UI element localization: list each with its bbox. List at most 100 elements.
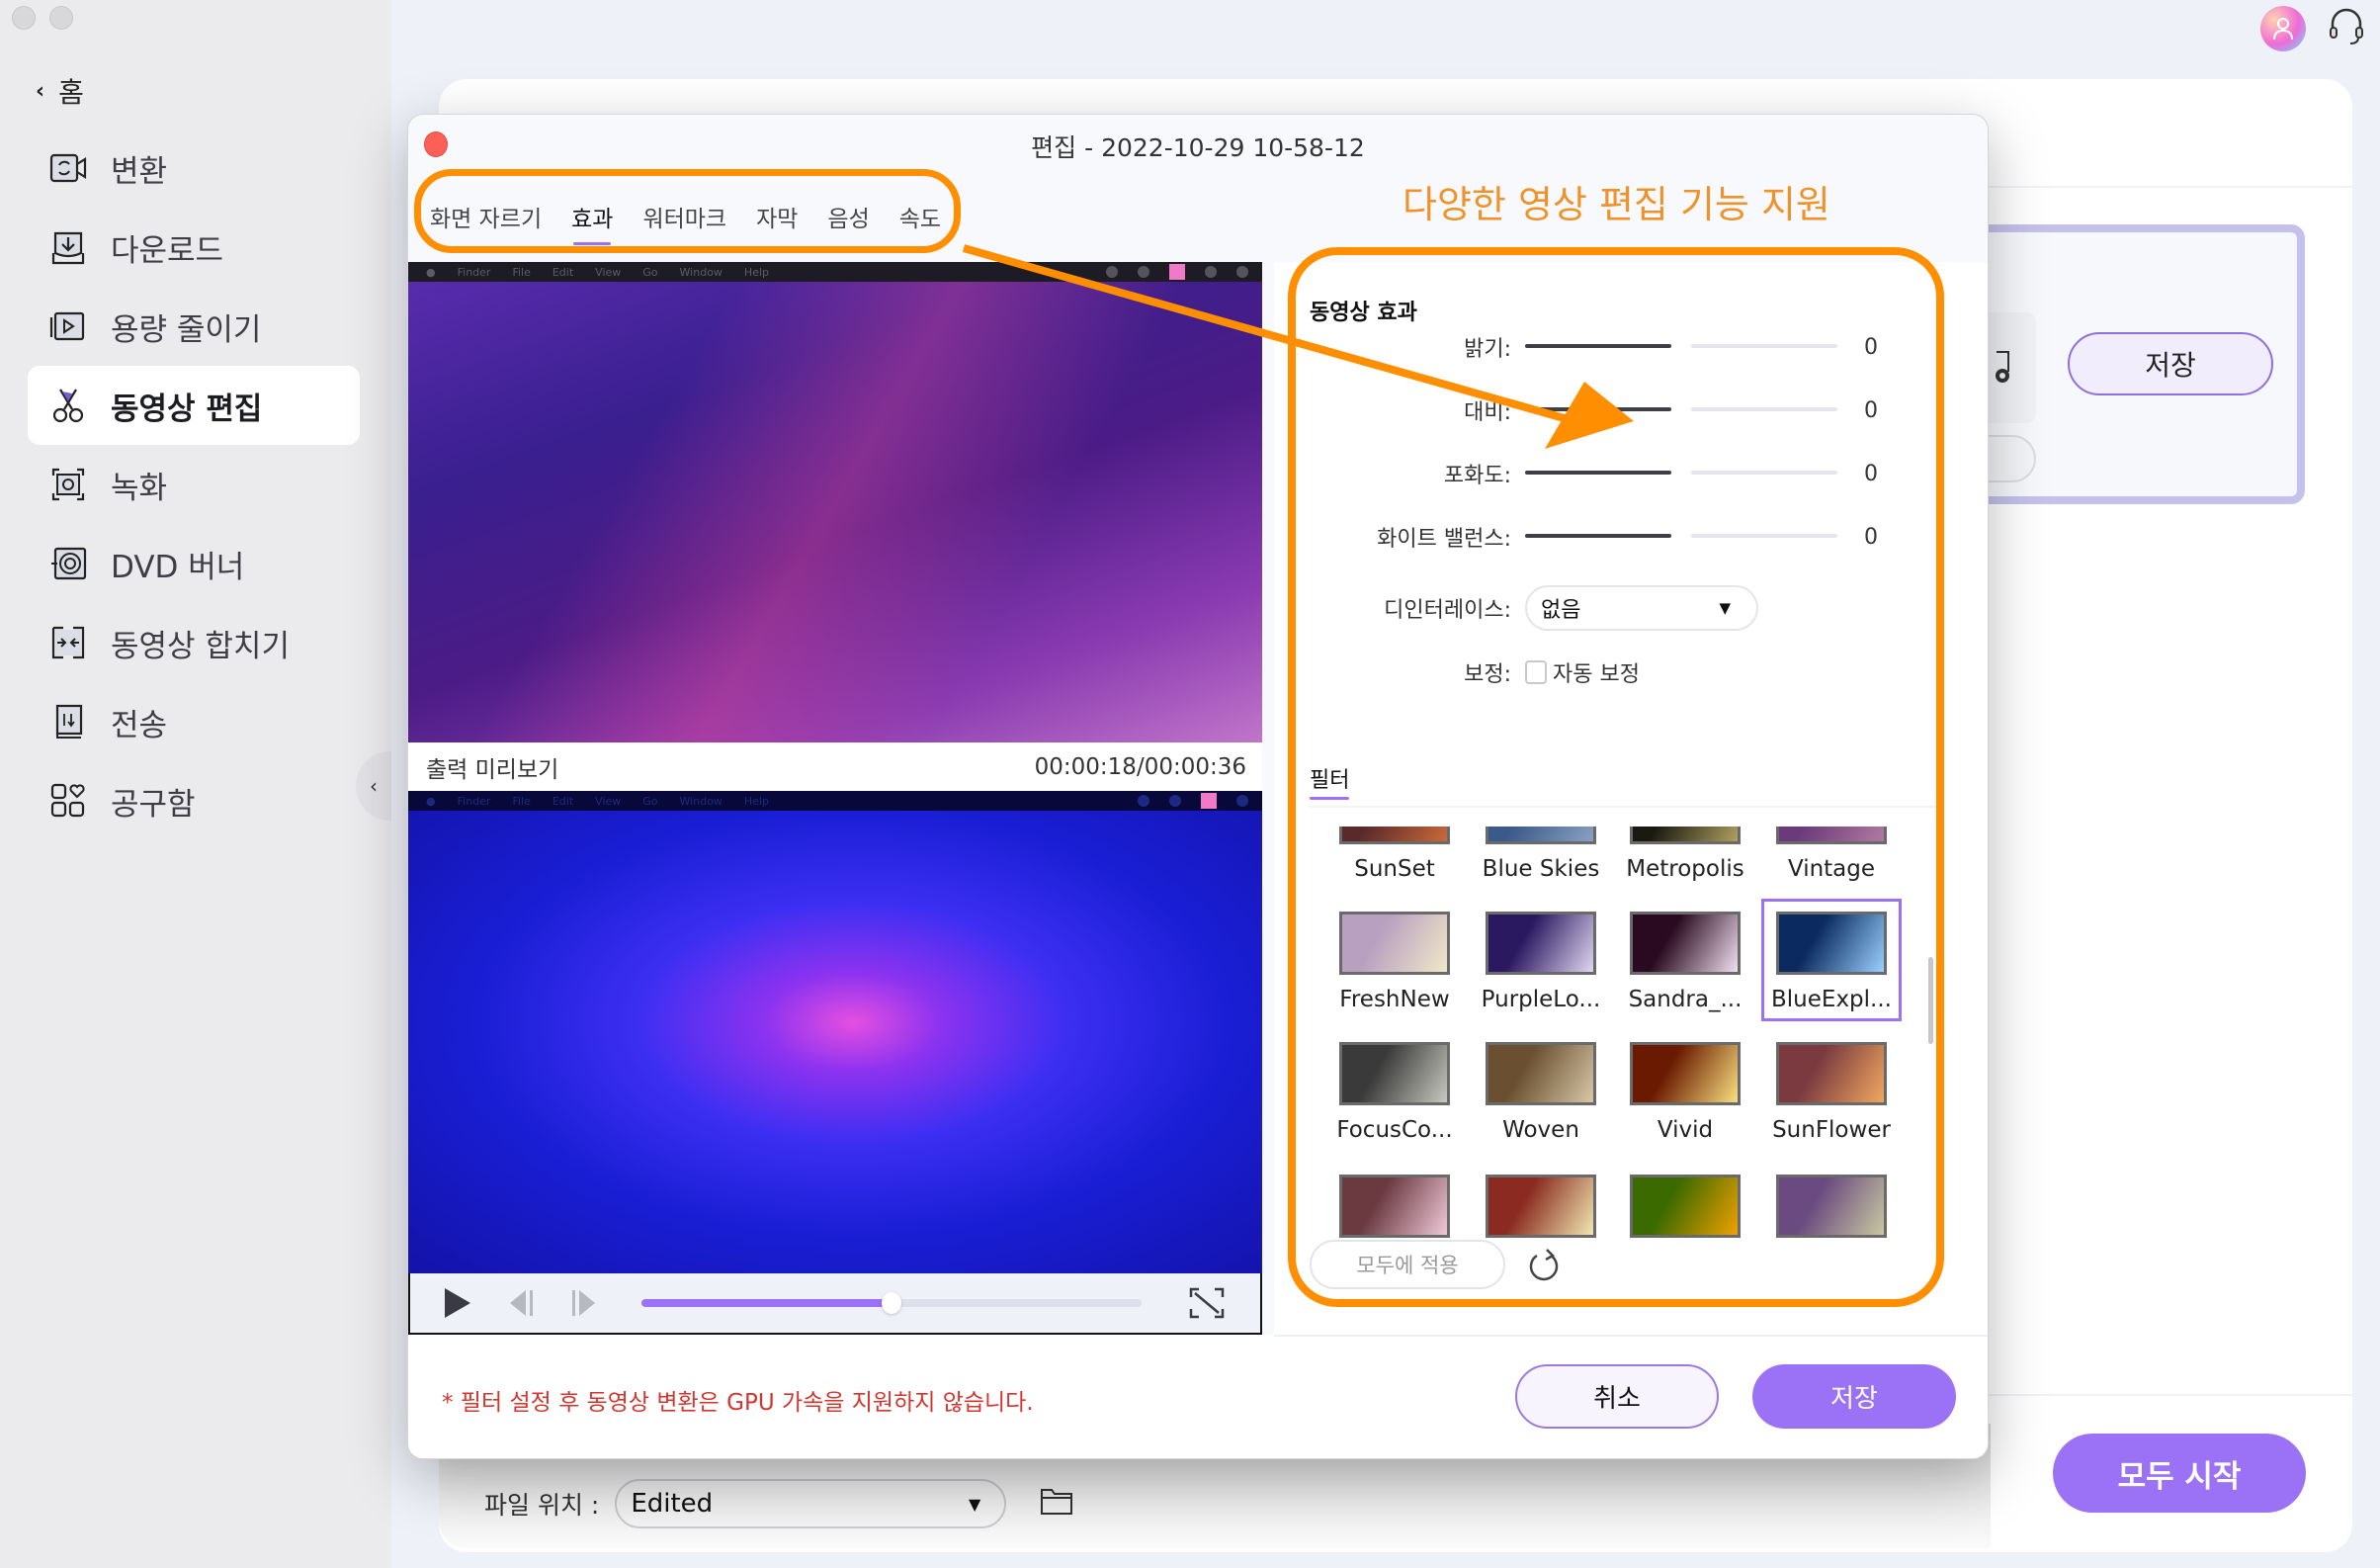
filter-item[interactable]: Metropolis: [1618, 827, 1752, 882]
filter-thumbnail: [1630, 1175, 1741, 1238]
sidebar-item-label: 공구함: [111, 786, 196, 823]
task-save-button[interactable]: 저장: [2068, 332, 2273, 395]
filter-item[interactable]: SunSet: [1327, 827, 1462, 882]
window-minimize-button[interactable]: [49, 6, 73, 30]
folder-icon[interactable]: [1040, 1486, 1073, 1522]
home-link[interactable]: ‹ 홈: [36, 71, 84, 111]
sidebar-item-convert[interactable]: 변환: [28, 129, 360, 208]
apple-icon: ●: [426, 794, 436, 808]
file-location-label: 파일 위치 :: [484, 1491, 600, 1520]
annotation-highlight-tabs: [414, 169, 961, 253]
filter-item[interactable]: [1327, 1175, 1462, 1250]
preview-menubar: ● Finder File Edit View Go Window Help: [408, 791, 1262, 811]
dialog-title: 편집 - 2022-10-29 10-58-12: [1031, 133, 1365, 162]
file-location-select[interactable]: Edited ▼: [615, 1479, 1007, 1528]
effect-slider[interactable]: [1525, 534, 1837, 540]
window-close-button[interactable]: [12, 6, 36, 30]
save-button[interactable]: 저장: [1752, 1364, 1956, 1429]
progress-knob[interactable]: [882, 1292, 901, 1314]
filter-item[interactable]: FreshNew: [1327, 912, 1462, 1012]
sidebar-item-scissors[interactable]: 동영상 편집: [28, 366, 360, 445]
menubar-item: Help: [743, 265, 769, 279]
auto-correction-checkbox[interactable]: [1525, 660, 1547, 684]
apply-to-all-button[interactable]: 모두에 적용: [1310, 1240, 1505, 1289]
filter-item[interactable]: [1764, 1175, 1899, 1250]
filter-thumbnail: [1486, 912, 1596, 975]
filter-item[interactable]: Sandra_...: [1618, 912, 1752, 1012]
sidebar-item-label: 녹화: [111, 470, 168, 506]
sidebar-item-toolbox[interactable]: 공구함: [28, 761, 360, 840]
filter-item[interactable]: Vivid: [1618, 1042, 1752, 1143]
dvd-icon: [49, 545, 87, 582]
reset-icon[interactable]: [1527, 1248, 1561, 1287]
filter-thumbnail: [1339, 827, 1450, 844]
menubar-item: Go: [642, 265, 658, 279]
sidebar: ‹ 홈 변환 다운로드 용량 줄이기 동영상 편집녹화 DVD 버너동영상 합치기전송공…: [0, 0, 391, 1568]
filter-item[interactable]: [1618, 1175, 1752, 1250]
deinterlace-select[interactable]: 없음 ▼: [1525, 585, 1758, 631]
edit-dialog: 편집 - 2022-10-29 10-58-12 화면 자르기 효과 워터마크 자막 음…: [407, 114, 1989, 1459]
filter-thumbnail: [1776, 1042, 1887, 1105]
filter-item[interactable]: Blue Skies: [1474, 827, 1608, 882]
chevron-down-icon: ▼: [1719, 599, 1731, 617]
menubar-item: View: [595, 265, 622, 279]
filter-item[interactable]: Vintage: [1764, 827, 1899, 882]
filter-item[interactable]: [1474, 1175, 1608, 1250]
filter-item[interactable]: BlueExpl...: [1761, 899, 1902, 1021]
menubar-item: Help: [743, 794, 769, 808]
sidebar-item-download[interactable]: 다운로드: [28, 208, 360, 287]
play-icon[interactable]: [440, 1285, 475, 1321]
annotation-arrow: [962, 244, 1634, 449]
filter-name: Woven: [1502, 1117, 1579, 1143]
filter-thumbnail: [1630, 912, 1741, 975]
filter-item[interactable]: Woven: [1474, 1042, 1608, 1143]
playback-controls: [408, 1273, 1262, 1335]
filter-scrollbar[interactable]: [1928, 957, 1933, 1044]
download-icon: [49, 228, 87, 266]
merge-icon: [49, 624, 87, 661]
output-preview-label: 출력 미리보기: [426, 756, 559, 783]
sidebar-collapse-button[interactable]: ‹: [356, 751, 391, 821]
sidebar-item-dvd[interactable]: DVD 버너: [28, 524, 360, 603]
filter-item[interactable]: SunFlower: [1764, 1042, 1899, 1143]
menubar-item: Finder: [457, 794, 491, 808]
output-preview-bar: 출력 미리보기 00:00:18/00:00:36: [408, 742, 1262, 791]
menubar-item: Go: [642, 794, 658, 808]
filter-item[interactable]: PurpleLo...: [1474, 912, 1608, 1012]
divider: [1937, 1394, 2352, 1396]
filter-name: PurpleLo...: [1481, 987, 1601, 1012]
filter-name: SunFlower: [1772, 1117, 1891, 1143]
sidebar-item-transfer[interactable]: 전송: [28, 682, 360, 761]
playback-progress-slider[interactable]: [641, 1292, 1142, 1314]
record-icon: [49, 466, 87, 503]
chevron-left-icon: ‹: [36, 78, 45, 104]
sidebar-item-record[interactable]: 녹화: [28, 445, 360, 524]
filter-name: Vivid: [1657, 1117, 1714, 1143]
headset-icon[interactable]: [2325, 6, 2368, 49]
filter-thumbnail: [1776, 827, 1887, 844]
filter-item[interactable]: FocusCo...: [1327, 1042, 1462, 1143]
filter-thumbnail: [1486, 1175, 1596, 1238]
menubar-item: Window: [679, 794, 722, 808]
cancel-button[interactable]: 취소: [1515, 1364, 1719, 1429]
slider-value: 0: [1864, 461, 1878, 486]
start-all-button[interactable]: 모두 시작: [2053, 1434, 2306, 1513]
filter-thumbnail: [1776, 912, 1887, 975]
filter-thumbnail: [1339, 1175, 1450, 1238]
sidebar-item-merge[interactable]: 동영상 합치기: [28, 603, 360, 682]
filter-tab[interactable]: 필터: [1310, 762, 1350, 800]
auto-correction-label[interactable]: 자동 보정: [1553, 656, 1640, 688]
correction-row: 보정: 자동 보정: [1298, 656, 1640, 688]
filter-name: Metropolis: [1626, 856, 1744, 882]
filter-thumbnail: [1486, 1042, 1596, 1105]
filter-thumbnail: [1486, 827, 1596, 844]
sidebar-item-label: 동영상 합치기: [111, 628, 290, 664]
filter-thumbnail: [1630, 827, 1741, 844]
fullscreen-icon[interactable]: [1189, 1287, 1225, 1323]
user-avatar-icon[interactable]: [2260, 6, 2306, 51]
next-frame-icon[interactable]: [566, 1285, 602, 1321]
sidebar-item-compress[interactable]: 용량 줄이기: [28, 287, 360, 366]
filter-thumbnail: [1339, 1042, 1450, 1105]
menubar-item: Window: [679, 265, 722, 279]
previous-frame-icon[interactable]: [503, 1285, 539, 1321]
